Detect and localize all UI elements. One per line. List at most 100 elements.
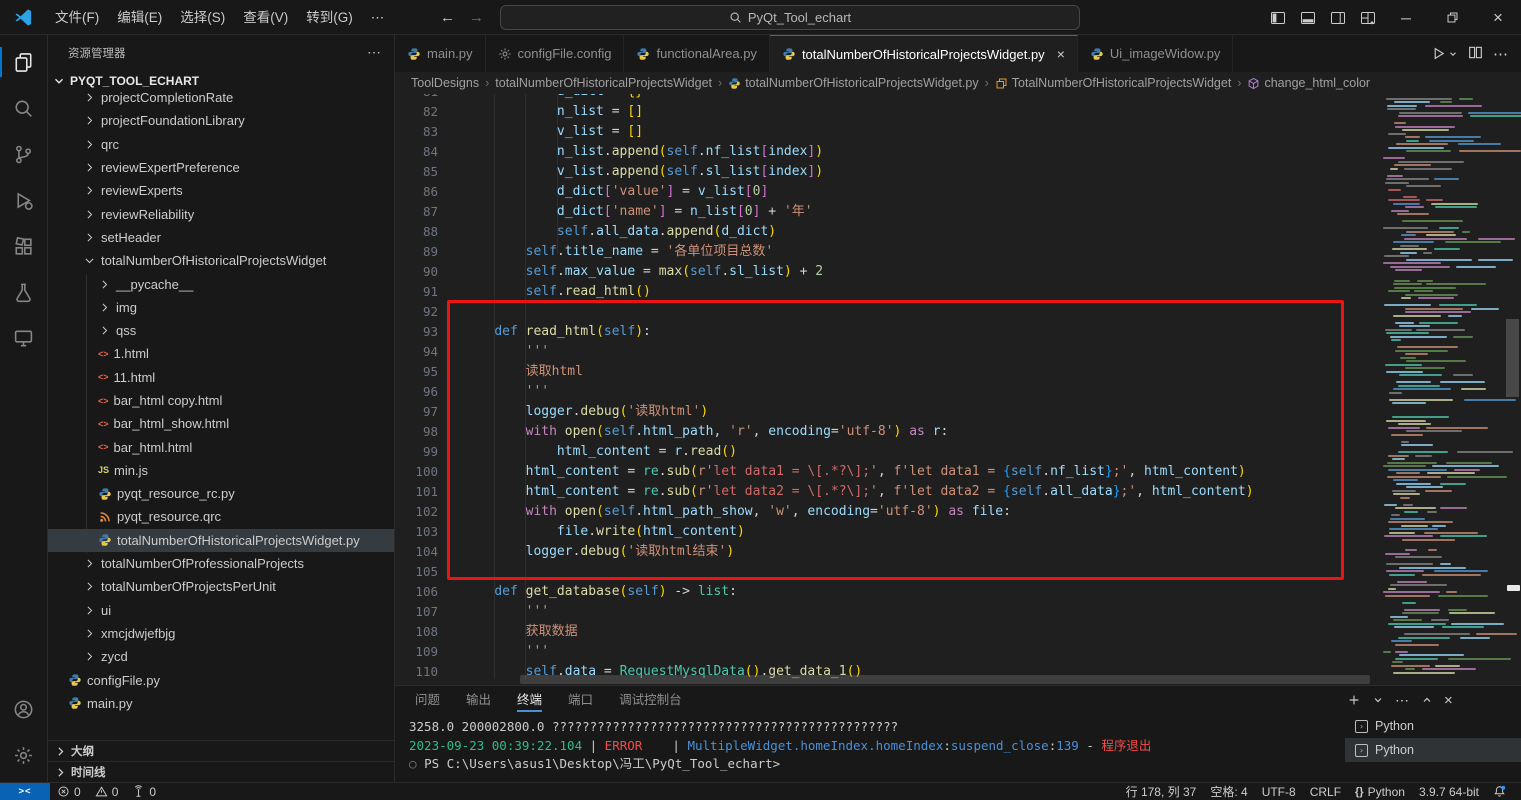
maximize-panel-icon[interactable] (1421, 694, 1433, 706)
statusbar-errors[interactable]: 0 (50, 783, 88, 800)
tab-Ui_imageWidow.py[interactable]: Ui_imageWidow.py (1078, 35, 1234, 72)
activitybar-settings[interactable] (0, 732, 47, 778)
forward-arrow-icon[interactable]: → (469, 9, 484, 26)
explorer-more-actions-icon[interactable]: ⋯ (367, 44, 382, 61)
activitybar-accounts[interactable] (0, 686, 47, 732)
workspace-section-header[interactable]: PYQT_TOOL_ECHART (48, 70, 394, 92)
tree-item[interactable]: projectFoundationLibrary (48, 109, 394, 132)
customize-layout-icon[interactable] (1353, 10, 1383, 26)
terminal-instance[interactable]: ›Python (1345, 714, 1521, 738)
breadcrumb-item[interactable]: TotalNumberOfHistoricalProjectsWidget (995, 76, 1232, 90)
activitybar-explorer[interactable] (0, 39, 47, 85)
tree-item[interactable]: setHeader (48, 226, 394, 249)
menu-1[interactable]: 编辑(E) (108, 0, 171, 35)
editor-more-actions-icon[interactable]: ⋯ (1493, 45, 1509, 63)
tab-configFile.config[interactable]: configFile.config (486, 35, 625, 72)
statusbar-indentation[interactable]: 空格: 4 (1203, 783, 1254, 800)
tree-item[interactable]: qss (48, 319, 394, 342)
tree-item[interactable]: ui (48, 599, 394, 622)
tree-item[interactable]: qrc (48, 133, 394, 156)
split-editor-icon[interactable] (1468, 45, 1483, 63)
tree-item[interactable]: <>bar_html copy.html (48, 389, 394, 412)
statusbar-python-interpreter[interactable]: 3.9.7 64-bit (1412, 783, 1486, 800)
horizontal-scrollbar-thumb[interactable] (520, 675, 1370, 684)
tree-item[interactable]: reviewExperts (48, 179, 394, 202)
statusbar-ports[interactable]: 0 (125, 783, 163, 800)
menu-3[interactable]: 查看(V) (234, 0, 297, 35)
minimap[interactable] (1380, 94, 1504, 685)
statusbar-language-mode[interactable]: {}Python (1348, 783, 1412, 800)
activitybar-testing[interactable] (0, 269, 47, 315)
statusbar-warnings[interactable]: 0 (88, 783, 126, 800)
breadcrumb-item[interactable]: totalNumberOfHistoricalProjectsWidget.py (728, 76, 978, 90)
panel-tab-问题[interactable]: 问题 (415, 687, 440, 713)
tree-item[interactable]: <>11.html (48, 366, 394, 389)
terminal-dropdown-icon[interactable] (1372, 694, 1384, 706)
tree-item[interactable]: reviewExpertPreference (48, 156, 394, 179)
menu-4[interactable]: 转到(G) (297, 0, 362, 35)
tree-item[interactable]: totalNumberOfProjectsPerUnit (48, 575, 394, 598)
tree-item[interactable]: __pycache__ (48, 272, 394, 295)
menu-2[interactable]: 选择(S) (171, 0, 234, 35)
tree-item[interactable]: xmcjdwjefbjg (48, 622, 394, 645)
code-editor[interactable]: 81 d_dict = {}82 n_list = []83 v_list = … (395, 94, 1521, 685)
tree-item[interactable]: <>bar_html_show.html (48, 412, 394, 435)
tree-item[interactable]: <>bar_html.html (48, 435, 394, 458)
command-center-search[interactable]: PyQt_Tool_echart (500, 5, 1080, 30)
tree-item[interactable]: totalNumberOfHistoricalProjectsWidget.py (48, 529, 394, 552)
breadcrumb-item[interactable]: ToolDesigns (411, 76, 479, 90)
tree-item[interactable]: main.py (48, 692, 394, 715)
activitybar-run-debug[interactable] (0, 177, 47, 223)
panel-more-actions-icon[interactable]: ⋯ (1395, 692, 1410, 709)
tree-item[interactable]: projectCompletionRate (48, 92, 394, 109)
run-python-button[interactable] (1431, 46, 1458, 61)
activitybar-remote-explorer[interactable] (0, 315, 47, 361)
tab-functionalArea.py[interactable]: functionalArea.py (624, 35, 769, 72)
terminal-output[interactable]: 3258.0 200002800.0 ?????????????????????… (395, 714, 1345, 782)
tree-item[interactable]: configFile.py (48, 668, 394, 691)
tab-totalNumberOfHistoricalProjectsWidget.py[interactable]: totalNumberOfHistoricalProjectsWidget.py… (770, 35, 1078, 72)
panel-tab-输出[interactable]: 输出 (466, 687, 491, 713)
timeline-section[interactable]: 时间线 (48, 761, 394, 782)
tree-item[interactable]: zycd (48, 645, 394, 668)
toggle-panel-icon[interactable] (1293, 10, 1323, 26)
statusbar-encoding[interactable]: UTF-8 (1255, 783, 1303, 800)
back-arrow-icon[interactable]: ← (440, 9, 455, 26)
panel-tab-调试控制台[interactable]: 调试控制台 (619, 687, 682, 713)
activitybar-extensions[interactable] (0, 223, 47, 269)
restore-button[interactable] (1429, 0, 1475, 35)
panel-tab-端口[interactable]: 端口 (568, 687, 593, 713)
terminal-instance[interactable]: ›Python (1345, 738, 1521, 762)
breadcrumb-item[interactable]: totalNumberOfHistoricalProjectsWidget (495, 76, 712, 90)
tree-item[interactable]: JSmin.js (48, 459, 394, 482)
statusbar-eol[interactable]: CRLF (1303, 783, 1348, 800)
outline-section[interactable]: 大纲 (48, 740, 394, 761)
tree-item[interactable]: <>1.html (48, 342, 394, 365)
activitybar-search[interactable] (0, 85, 47, 131)
tree-item[interactable]: img (48, 296, 394, 319)
statusbar-cursor-position[interactable]: 行 178, 列 37 (1119, 783, 1204, 800)
vertical-scrollbar-thumb[interactable] (1506, 319, 1519, 397)
minimize-button[interactable]: ─ (1383, 0, 1429, 35)
panel-tab-终端[interactable]: 终端 (517, 687, 542, 713)
tree-item[interactable]: pyqt_resource.qrc (48, 505, 394, 528)
statusbar-remote-button[interactable]: >< (0, 783, 50, 800)
statusbar-notifications[interactable] (1486, 783, 1513, 800)
close-panel-icon[interactable]: × (1444, 692, 1453, 709)
activitybar-source-control[interactable] (0, 131, 47, 177)
close-tab-icon[interactable]: × (1057, 46, 1065, 62)
close-window-button[interactable]: × (1475, 0, 1521, 35)
tree-item[interactable]: totalNumberOfHistoricalProjectsWidget (48, 249, 394, 272)
menu-0[interactable]: 文件(F) (46, 0, 108, 35)
tab-main.py[interactable]: main.py (395, 35, 486, 72)
tree-item-label: __pycache__ (116, 277, 193, 292)
toggle-secondary-sidebar-icon[interactable] (1323, 10, 1353, 26)
breadcrumb-item[interactable]: change_html_color (1247, 76, 1370, 90)
tree-item[interactable]: totalNumberOfProfessionalProjects (48, 552, 394, 575)
menu-overflow[interactable]: ⋯ (362, 0, 394, 35)
vertical-scrollbar[interactable] (1504, 94, 1521, 685)
new-terminal-icon[interactable] (1347, 693, 1361, 707)
tree-item[interactable]: reviewReliability (48, 202, 394, 225)
toggle-sidebar-icon[interactable] (1263, 10, 1293, 26)
tree-item[interactable]: pyqt_resource_rc.py (48, 482, 394, 505)
